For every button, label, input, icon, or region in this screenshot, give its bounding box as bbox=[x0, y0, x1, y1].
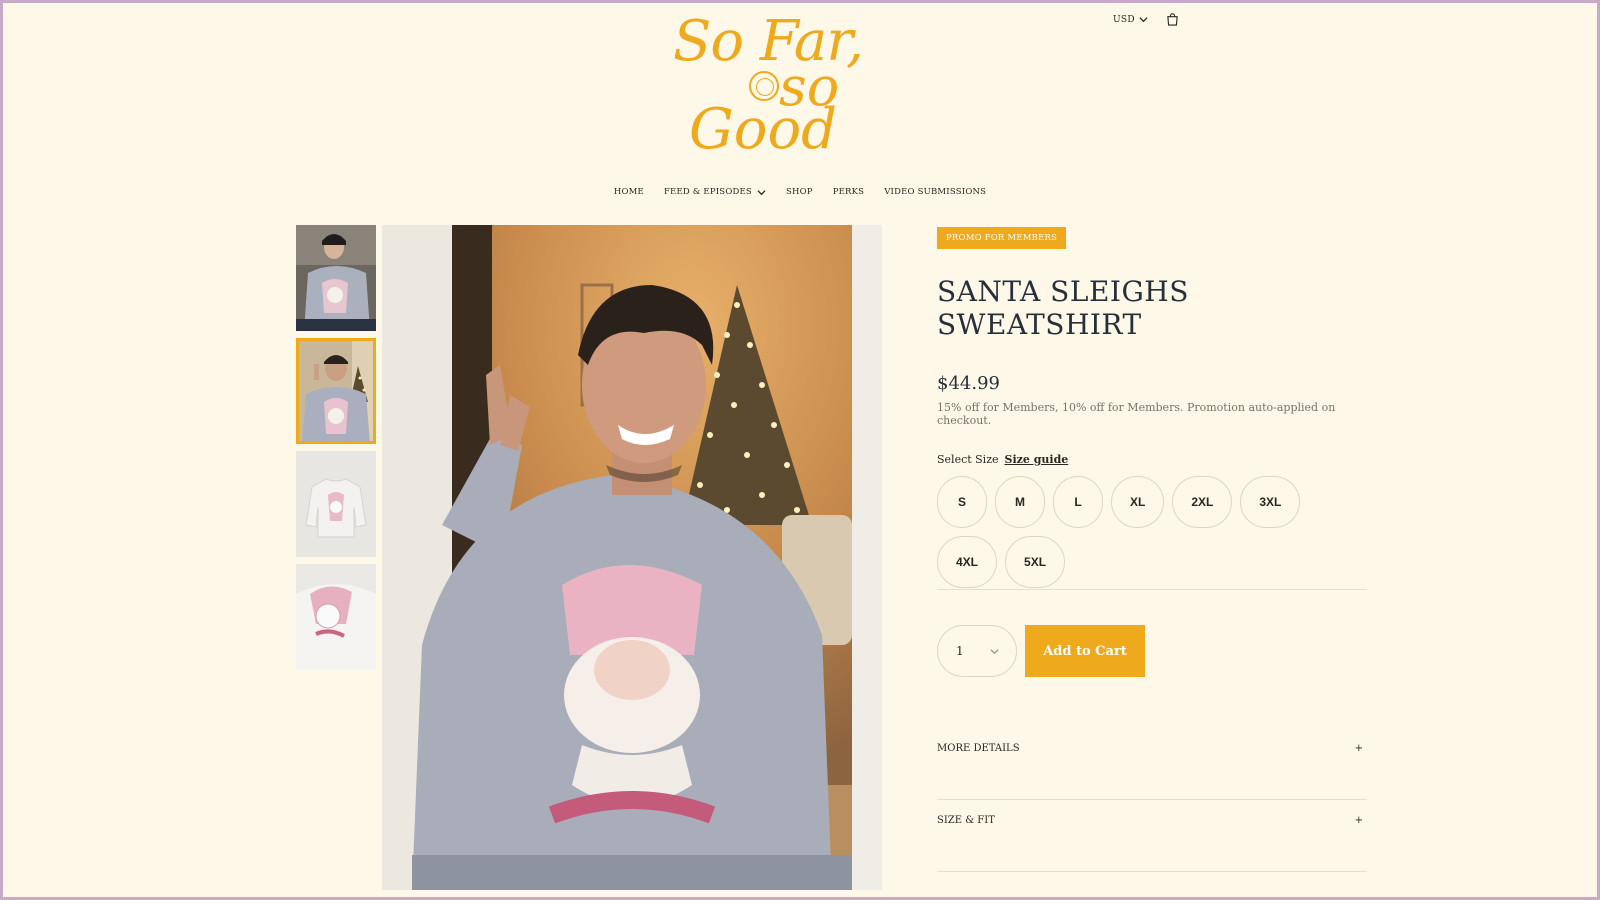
nav-shop[interactable]: SHOP bbox=[786, 187, 813, 197]
add-to-cart-button[interactable]: Add to Cart bbox=[1025, 625, 1145, 677]
product-price: $44.99 bbox=[937, 373, 1000, 394]
size-option-3xl[interactable]: 3XL bbox=[1240, 476, 1301, 528]
currency-selector[interactable]: USD bbox=[1113, 15, 1148, 25]
thumbnail-man[interactable] bbox=[296, 338, 376, 444]
divider bbox=[937, 799, 1367, 800]
size-guide-link[interactable]: Size guide bbox=[1005, 453, 1069, 466]
accordion-size-fit[interactable]: SIZE & FIT + bbox=[937, 815, 1367, 826]
product-info: PROMO FOR MEMBERS SANTA SLEIGHS SWEATSHI… bbox=[937, 225, 1367, 872]
size-option-2xl[interactable]: 2XL bbox=[1172, 476, 1233, 528]
nav-home-label: HOME bbox=[613, 187, 644, 197]
size-option-m[interactable]: M bbox=[995, 476, 1045, 528]
site-logo[interactable]: So Far, so Good bbox=[671, 9, 911, 162]
thumbnail-list bbox=[296, 225, 376, 677]
size-option-l[interactable]: L bbox=[1053, 476, 1103, 528]
divider bbox=[937, 589, 1367, 590]
quantity-selector[interactable]: 1 bbox=[937, 625, 1017, 677]
cart-icon[interactable] bbox=[1166, 13, 1179, 26]
nav-perks[interactable]: PERKS bbox=[833, 187, 865, 197]
chevron-down-icon bbox=[1139, 17, 1148, 23]
promo-badge: PROMO FOR MEMBERS bbox=[937, 227, 1067, 249]
select-size-label: Select Size bbox=[937, 453, 999, 466]
accordion-more-details[interactable]: MORE DETAILS + bbox=[937, 743, 1367, 754]
nav-perks-label: PERKS bbox=[832, 187, 865, 197]
promo-note: 15% off for Members, 10% off for Members… bbox=[937, 401, 1336, 427]
divider bbox=[937, 871, 1367, 872]
cart-row: 1 Add to Cart bbox=[937, 625, 1145, 677]
logo-line-3: Good bbox=[689, 97, 838, 162]
size-options: S M L XL 2XL 3XL 4XL 5XL bbox=[937, 476, 1337, 588]
thumbnail-sweatshirt-detail[interactable] bbox=[296, 564, 376, 670]
accordion-header: SIZE & FIT + bbox=[937, 815, 1367, 826]
nav-home[interactable]: HOME bbox=[614, 187, 644, 197]
thumbnail-sweatshirt-front[interactable] bbox=[296, 451, 376, 557]
size-option-4xl[interactable]: 4XL bbox=[937, 536, 998, 588]
nav-video-submissions-label: VIDEO SUBMISSIONS bbox=[884, 187, 987, 197]
chevron-down-icon bbox=[990, 648, 999, 654]
nav-shop-label: SHOP bbox=[785, 187, 813, 197]
thumbnail-woman[interactable] bbox=[296, 225, 376, 331]
accordion-label: MORE DETAILS bbox=[937, 743, 1020, 754]
accordion-header: MORE DETAILS + bbox=[937, 743, 1367, 754]
size-option-5xl[interactable]: 5XL bbox=[1005, 536, 1066, 588]
size-option-xl[interactable]: XL bbox=[1111, 476, 1165, 528]
chevron-down-icon bbox=[757, 189, 766, 195]
page: USD So Far, so Good HOME FEED & EPISODES… bbox=[3, 3, 1597, 897]
main-product-photo[interactable] bbox=[382, 225, 882, 890]
quantity-value: 1 bbox=[956, 644, 964, 658]
plus-icon: + bbox=[1354, 743, 1363, 754]
main-nav: HOME FEED & EPISODES SHOP PERKS VIDEO SU… bbox=[3, 187, 1597, 197]
product-title: SANTA SLEIGHS SWEATSHIRT bbox=[937, 275, 1189, 341]
accordion-label: SIZE & FIT bbox=[937, 815, 995, 826]
nav-video-submissions[interactable]: VIDEO SUBMISSIONS bbox=[884, 187, 986, 197]
size-option-s[interactable]: S bbox=[937, 476, 987, 528]
utility-bar: USD bbox=[1113, 13, 1179, 26]
nav-feed-episodes[interactable]: FEED & EPISODES bbox=[664, 187, 766, 197]
currency-label: USD bbox=[1113, 14, 1135, 25]
plus-icon: + bbox=[1354, 815, 1363, 826]
nav-feed-episodes-label: FEED & EPISODES bbox=[663, 187, 752, 197]
size-select-row: Select Size Size guide bbox=[937, 453, 1367, 466]
